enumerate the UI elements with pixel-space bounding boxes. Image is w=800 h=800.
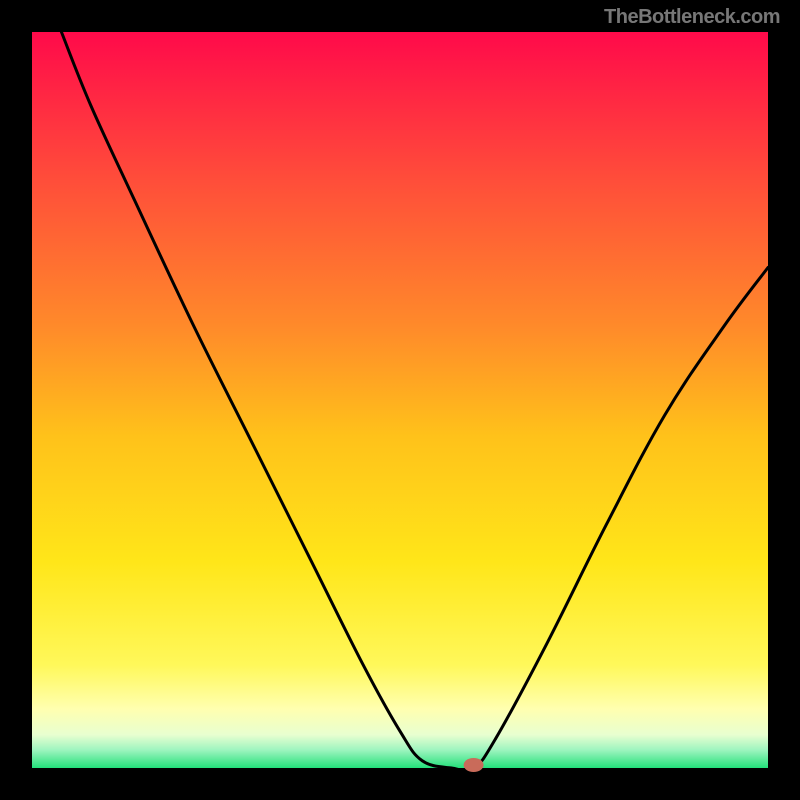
- watermark-text: TheBottleneck.com: [604, 6, 780, 29]
- marker-dot: [464, 758, 484, 772]
- bottleneck-chart: [0, 0, 800, 800]
- plot-area: [32, 32, 768, 768]
- chart-container: TheBottleneck.com: [0, 0, 800, 800]
